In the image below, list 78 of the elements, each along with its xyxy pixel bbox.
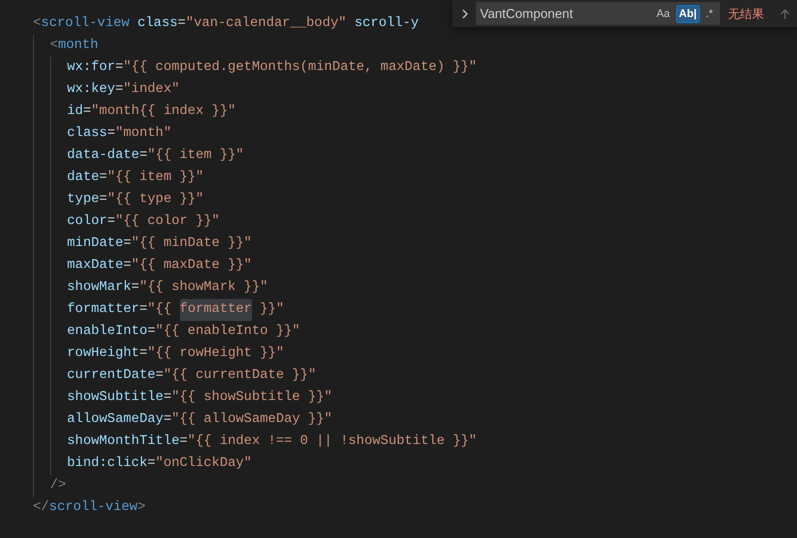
code-token: "{{ currentDate }}": [163, 367, 316, 385]
code-token: allowSameDay: [67, 411, 164, 429]
up-arrow-icon[interactable]: [779, 8, 791, 20]
code-token: "{{: [147, 301, 172, 319]
code-token: =: [139, 301, 148, 319]
code-token: scroll-view: [49, 499, 138, 517]
code-token: =: [147, 323, 156, 341]
code-token: maxDate: [67, 257, 124, 275]
code-token: scroll-y: [353, 15, 419, 33]
code-token: "month": [115, 125, 172, 143]
code-token: "{{ maxDate }}": [131, 257, 252, 275]
code-token: "{{ index !== 0 || !showSubtitle }}": [188, 433, 477, 451]
code-token: >: [137, 499, 146, 517]
code-token: =: [83, 103, 92, 121]
code-token: minDate: [67, 235, 124, 253]
code-token: =: [155, 367, 164, 385]
code-token: "{{ rowHeight }}": [147, 345, 284, 363]
result-count: 无结果: [728, 6, 765, 22]
code-token: "onClickDay": [155, 455, 252, 473]
code-token: "{{ minDate }}": [131, 235, 252, 253]
code-token: =: [163, 389, 172, 407]
code-token: color: [67, 213, 108, 231]
code-token: =: [180, 433, 188, 451]
code-token: wx:for: [67, 59, 116, 77]
code-token: "{{ item }}": [147, 147, 244, 165]
code-token: "{{ allowSameDay }}": [171, 411, 332, 429]
code-token: rowHeight: [67, 345, 140, 363]
search-option-toggle[interactable]: Aa: [653, 4, 673, 22]
code-token: <: [50, 37, 58, 55]
code-token: />: [50, 477, 66, 495]
code-token: date: [67, 169, 100, 187]
code-token: "{{ item }}": [107, 169, 204, 187]
code-token: "{{ type }}": [107, 191, 204, 209]
code-token: =: [163, 411, 172, 429]
code-token: type: [67, 191, 100, 209]
code-token: }}": [258, 301, 284, 319]
code-token: =: [139, 147, 148, 165]
code-token: "van-calendar__body": [186, 15, 346, 33]
code-token: =: [107, 213, 116, 231]
code-token: id: [67, 103, 84, 121]
chevron-icon[interactable]: [460, 8, 470, 18]
code-token: =: [107, 125, 116, 143]
code-token: wx:key: [67, 81, 116, 99]
code-token: =: [123, 235, 132, 253]
code-token: bind:click: [67, 455, 148, 473]
code-token: currentDate: [67, 367, 156, 385]
code-token: =: [139, 345, 148, 363]
code-token: =: [115, 81, 124, 99]
code-token: "index": [123, 81, 180, 99]
search-match: formatter: [180, 299, 252, 321]
code-token: class: [67, 125, 108, 143]
code-token: </: [33, 499, 50, 517]
code-token: =: [99, 191, 108, 209]
code-token: =: [123, 257, 132, 275]
code-token: "{{ color }}": [115, 213, 220, 231]
code-token: =: [115, 59, 124, 77]
code-token: showSubtitle: [67, 389, 164, 407]
code-token: "{{ showMark }}": [139, 279, 268, 297]
code-token: =: [147, 455, 156, 473]
code-token: month: [58, 37, 98, 55]
search-option-toggle[interactable]: Ab|: [676, 4, 700, 22]
search-option-toggle[interactable]: .*: [702, 4, 716, 22]
code-token: "{{ showSubtitle }}": [171, 389, 332, 407]
code-token: "{{ enableInto }}": [155, 323, 300, 341]
code-token: data-date: [67, 147, 140, 165]
code-token: <: [33, 15, 42, 33]
code-token: "month{{ index }}": [91, 103, 236, 121]
code-token: =: [131, 279, 140, 297]
code-token: showMark: [67, 279, 132, 297]
code-token: class: [136, 15, 178, 33]
code-token: =: [99, 169, 108, 187]
search-field[interactable]: VantComponent: [480, 4, 650, 24]
code-token: showMonthTitle: [67, 433, 180, 451]
code-token: "{{ computed.getMonths(minDate, maxDate) }}": [123, 59, 477, 77]
code-token: scroll-view: [41, 15, 130, 33]
code-token: =: [178, 15, 186, 33]
code-token: enableInto: [67, 323, 148, 341]
code-token: formatter: [67, 301, 140, 319]
